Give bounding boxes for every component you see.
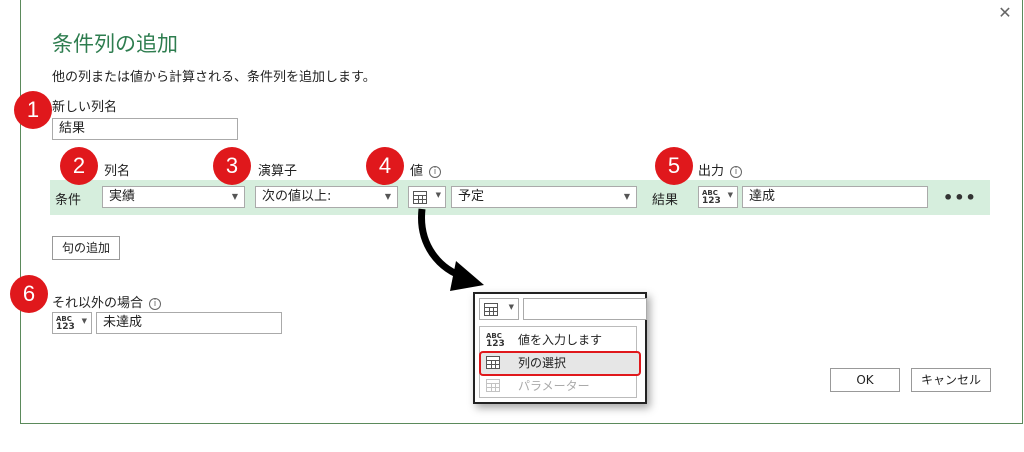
new-column-name-input[interactable]: 結果 [52, 118, 238, 140]
value-select-value: 予定 [458, 189, 485, 204]
operator-header: 演算子 [258, 164, 298, 179]
abc-123-icon: ABC 123 [486, 332, 505, 349]
info-icon: i [429, 166, 442, 178]
step-badge-3: 3 [213, 147, 251, 185]
chevron-down-icon: ▼ [231, 192, 238, 201]
output-header: 出力 i [698, 160, 743, 179]
output-type-button[interactable]: ABC 123 ▼ [698, 186, 738, 208]
menu-item-enter-value[interactable]: ABC 123 値を入力します [480, 329, 636, 351]
column-name-select[interactable]: 実績 ▼ [102, 186, 245, 208]
value-type-menu: ABC 123 値を入力します 列の選択 パラメーター [479, 326, 641, 398]
operator-select[interactable]: 次の値以上: ▼ [255, 186, 398, 208]
table-icon [484, 303, 498, 316]
chevron-down-icon: ▼ [384, 192, 391, 201]
menu-item-parameter: パラメーター [480, 375, 636, 397]
output-header-label: 出力 [698, 164, 725, 179]
info-icon: i [730, 166, 743, 178]
dialog-description: 他の列または値から計算される、条件列を追加します。 [52, 70, 376, 85]
output-input[interactable]: 達成 [742, 186, 928, 208]
step-badge-4: 4 [366, 147, 404, 185]
menu-item-label: パラメーター [518, 379, 590, 393]
popup-value-input[interactable] [523, 298, 647, 320]
result-label: 結果 [652, 193, 679, 208]
dialog-title: 条件列の追加 [52, 32, 178, 56]
otherwise-input[interactable]: 未達成 [96, 312, 282, 334]
new-column-label: 新しい列名 [52, 100, 118, 115]
close-icon[interactable]: ✕ [996, 4, 1014, 22]
table-icon [413, 191, 427, 204]
menu-item-label: 列の選択 [518, 356, 567, 370]
chevron-down-icon: ▼ [435, 191, 441, 199]
column-name-header: 列名 [104, 164, 131, 179]
chevron-down-icon: ▼ [623, 192, 630, 201]
chevron-down-icon: ▼ [81, 317, 87, 325]
add-clause-button[interactable]: 句の追加 [52, 236, 120, 260]
condition-label: 条件 [55, 193, 82, 208]
abc-123-icon: ABC 123 [702, 189, 721, 206]
value-type-popup: ▼ ABC 123 値を入力します 列の選択 パラメーター [473, 292, 647, 404]
otherwise-label-text: それ以外の場合 [52, 296, 144, 311]
cancel-button[interactable]: キャンセル [911, 368, 991, 392]
step-badge-6: 6 [10, 275, 48, 313]
value-header-label: 値 [410, 164, 424, 179]
info-icon: i [149, 298, 162, 310]
curved-arrow-icon [418, 208, 484, 291]
otherwise-type-button[interactable]: ABC 123 ▼ [52, 312, 92, 334]
step-badge-2: 2 [60, 147, 98, 185]
chevron-down-icon: ▼ [727, 191, 733, 199]
popup-type-button[interactable]: ▼ [479, 298, 519, 320]
column-name-value: 実績 [109, 189, 136, 204]
step-badge-5: 5 [655, 147, 693, 185]
menu-item-select-column[interactable]: 列の選択 [480, 352, 636, 374]
abc-123-icon: ABC 123 [56, 315, 75, 332]
ok-button[interactable]: OK [830, 368, 900, 392]
menu-item-label: 値を入力します [518, 333, 603, 347]
chevron-down-icon: ▼ [508, 303, 514, 311]
more-options-icon[interactable]: ••• [943, 188, 977, 207]
parameter-icon [486, 379, 500, 392]
table-icon [486, 356, 500, 369]
otherwise-label: それ以外の場合 i [52, 292, 162, 311]
operator-value: 次の値以上: [262, 189, 332, 204]
step-badge-1: 1 [14, 91, 52, 129]
value-header: 値i [410, 160, 442, 179]
